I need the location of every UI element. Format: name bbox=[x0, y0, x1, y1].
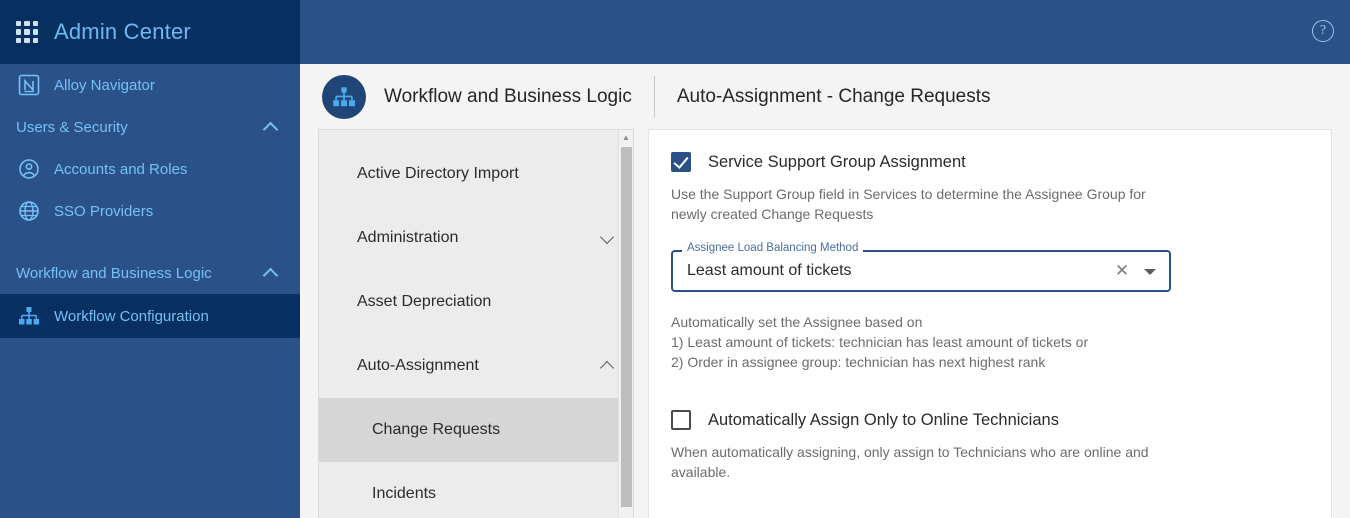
chevron-down-icon[interactable] bbox=[1139, 260, 1161, 282]
sidebar-item-label: Accounts and Roles bbox=[54, 160, 188, 178]
support-group-description: Use the Support Group field in Services … bbox=[671, 186, 1146, 222]
sidebar-header: Admin Center bbox=[0, 0, 300, 64]
chevron-up-icon bbox=[264, 120, 278, 134]
assignee-load-balancing-field[interactable]: Least amount of tickets ✕ Assignee Load … bbox=[671, 242, 1171, 292]
list-item-label: Change Requests bbox=[372, 421, 501, 438]
list-item-label: Auto-Assignment bbox=[357, 357, 479, 374]
sidebar-section-users-security[interactable]: Users & Security bbox=[0, 106, 300, 148]
settings-list: Active Directory Import Administration A… bbox=[319, 130, 633, 518]
user-circle-icon bbox=[16, 156, 42, 182]
page-header: Workflow and Business Logic Auto-Assignm… bbox=[300, 64, 1350, 129]
help-icon[interactable]: ? bbox=[1312, 20, 1334, 42]
list-item-label: Active Directory Import bbox=[357, 165, 519, 182]
panel-gap bbox=[634, 129, 648, 518]
sidebar-item-label: Workflow Configuration bbox=[54, 307, 209, 325]
header-divider bbox=[653, 75, 655, 118]
navigator-logo-icon bbox=[16, 72, 42, 98]
chevron-down-icon bbox=[601, 231, 615, 245]
list-item-change-requests[interactable]: Change Requests bbox=[319, 398, 633, 462]
scroll-up-arrow-icon[interactable]: ▲ bbox=[619, 130, 633, 144]
support-group-checkbox-label: Service Support Group Assignment bbox=[708, 152, 966, 171]
main-region: ? Workflow and Business Logic Auto-Assig… bbox=[300, 0, 1350, 518]
online-only-checkbox[interactable] bbox=[671, 410, 691, 430]
list-item-administration[interactable]: Administration bbox=[319, 206, 633, 270]
sidebar-section-workflow-business-logic[interactable]: Workflow and Business Logic bbox=[0, 252, 300, 294]
list-item-label: Asset Depreciation bbox=[357, 293, 492, 310]
settings-content-card: Service Support Group Assignment Use the… bbox=[648, 129, 1332, 518]
left-sidebar: Admin Center Alloy Navigator Users & Sec… bbox=[0, 0, 300, 518]
top-bar: ? bbox=[300, 0, 1350, 64]
org-chart-icon bbox=[16, 303, 42, 329]
sidebar-item-label: SSO Providers bbox=[54, 202, 154, 220]
chevron-up-icon bbox=[601, 359, 615, 373]
globe-icon bbox=[16, 198, 42, 224]
support-group-checkbox-row[interactable]: Service Support Group Assignment bbox=[671, 152, 1309, 172]
page-title: Workflow and Business Logic bbox=[384, 85, 632, 107]
sidebar-product-label: Alloy Navigator bbox=[54, 76, 155, 94]
list-item-active-directory-import[interactable]: Active Directory Import bbox=[319, 142, 633, 206]
list-item-asset-depreciation[interactable]: Asset Depreciation bbox=[319, 270, 633, 334]
online-only-checkbox-label: Automatically Assign Only to Online Tech… bbox=[708, 410, 1059, 429]
list-item-auto-assignment[interactable]: Auto-Assignment bbox=[319, 334, 633, 398]
sidebar-item-workflow-configuration[interactable]: Workflow Configuration bbox=[0, 294, 300, 338]
app-title: Admin Center bbox=[54, 19, 191, 44]
sidebar-section-label: Users & Security bbox=[16, 118, 128, 136]
body-area: Active Directory Import Administration A… bbox=[300, 129, 1350, 518]
list-item-label: Administration bbox=[357, 229, 459, 246]
chevron-up-icon bbox=[264, 266, 278, 280]
admin-center-app: Admin Center Alloy Navigator Users & Sec… bbox=[0, 0, 1350, 518]
assignee-load-balancing-legend: Assignee Load Balancing Method bbox=[682, 242, 864, 254]
list-item-incidents[interactable]: Incidents bbox=[319, 462, 633, 518]
balancing-help-line-1: Automatically set the Assignee based on bbox=[671, 314, 923, 330]
scrollbar-thumb[interactable] bbox=[621, 147, 632, 507]
sidebar-item-accounts-and-roles[interactable]: Accounts and Roles bbox=[0, 148, 300, 190]
online-only-description: When automatically assigning, only assig… bbox=[671, 444, 1149, 480]
apps-grid-icon[interactable] bbox=[14, 19, 40, 45]
online-only-checkbox-row[interactable]: Automatically Assign Only to Online Tech… bbox=[671, 410, 1309, 430]
sidebar-item-sso-providers[interactable]: SSO Providers bbox=[0, 190, 300, 232]
assignee-load-balancing-value: Least amount of tickets bbox=[687, 262, 852, 279]
list-scrollbar[interactable]: ▲ bbox=[618, 130, 633, 518]
org-chart-icon bbox=[322, 74, 366, 119]
list-item-label: Incidents bbox=[372, 485, 437, 502]
clear-icon[interactable]: ✕ bbox=[1111, 260, 1133, 282]
sidebar-product-alloy-navigator[interactable]: Alloy Navigator bbox=[0, 64, 300, 106]
balancing-help-text: Automatically set the Assignee based on … bbox=[671, 312, 1309, 372]
sidebar-section-label: Workflow and Business Logic bbox=[16, 264, 212, 282]
settings-list-panel: Active Directory Import Administration A… bbox=[318, 129, 634, 518]
balancing-help-line-3: 2) Order in assignee group: technician h… bbox=[671, 354, 1046, 370]
support-group-checkbox[interactable] bbox=[671, 152, 691, 172]
assignee-load-balancing-select[interactable]: Least amount of tickets ✕ bbox=[671, 250, 1171, 292]
page-subtitle: Auto-Assignment - Change Requests bbox=[676, 85, 991, 107]
balancing-help-line-2: 1) Least amount of tickets: technician h… bbox=[671, 334, 1089, 350]
